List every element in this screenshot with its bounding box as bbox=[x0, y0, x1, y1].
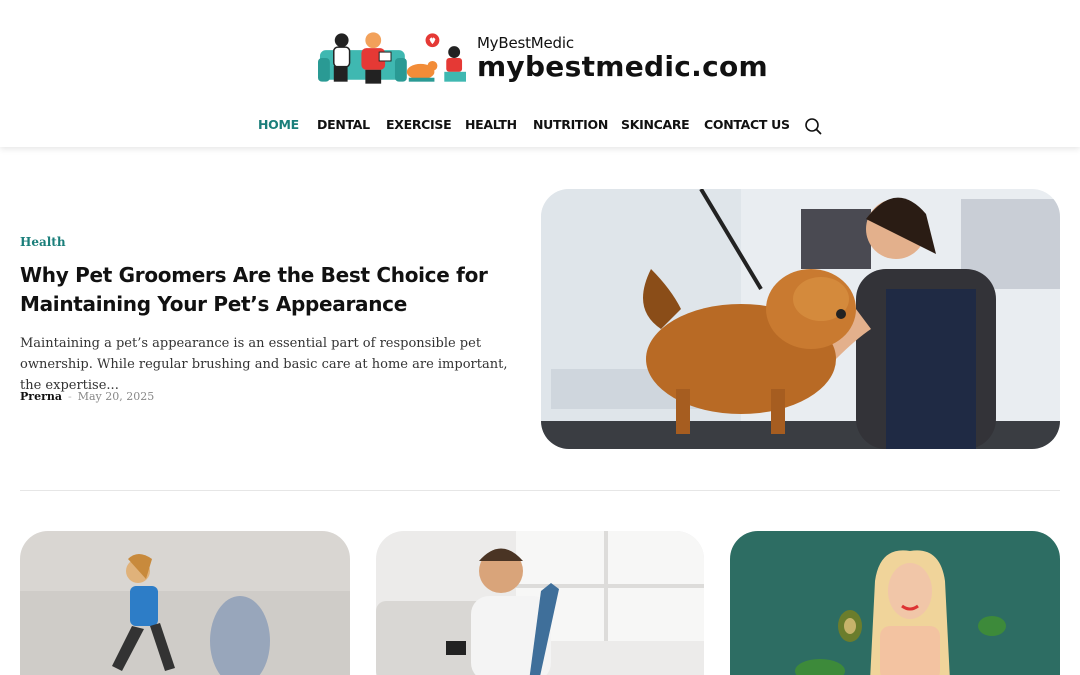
nav-item-exercise[interactable]: EXERCISE bbox=[386, 117, 452, 132]
nav-item-contact-us[interactable]: CONTACT US bbox=[704, 117, 790, 132]
featured-excerpt: Maintaining a pet’s appearance is an ess… bbox=[20, 336, 508, 393]
nav-item-health[interactable]: HEALTH bbox=[465, 117, 517, 132]
nav-item-nutrition[interactable]: NUTRITION bbox=[533, 117, 608, 132]
featured-author[interactable]: Prerna bbox=[20, 390, 62, 403]
card-image-crutch-illustration bbox=[376, 531, 704, 675]
meta-separator: - bbox=[68, 390, 72, 403]
search-icon bbox=[805, 118, 822, 135]
site-header: MyBestMedic mybestmedic.com HOME DENTAL … bbox=[0, 0, 1080, 147]
featured-meta: Prerna - May 20, 2025 bbox=[20, 390, 154, 403]
search-button[interactable] bbox=[804, 117, 822, 135]
card-image-running[interactable] bbox=[20, 531, 350, 675]
card-image-crutch[interactable] bbox=[376, 531, 704, 675]
featured-image-illustration bbox=[541, 189, 1060, 449]
featured-title[interactable]: Why Pet Groomers Are the Best Choice for… bbox=[20, 261, 490, 319]
site-logo[interactable]: MyBestMedic mybestmedic.com bbox=[318, 28, 768, 88]
nav-item-home[interactable]: HOME bbox=[258, 117, 299, 132]
nav-item-dental[interactable]: DENTAL bbox=[317, 117, 370, 132]
logo-domain: mybestmedic.com bbox=[476, 49, 768, 83]
card-image-avocado[interactable] bbox=[730, 531, 1060, 675]
logo-illustration bbox=[318, 32, 467, 84]
featured-category-link[interactable]: Health bbox=[20, 235, 66, 249]
section-divider bbox=[20, 490, 1060, 491]
featured-date: May 20, 2025 bbox=[77, 390, 155, 403]
card-image-avocado-illustration bbox=[730, 531, 1060, 675]
card-image-running-illustration bbox=[20, 531, 350, 675]
logo-small-name: MyBestMedic bbox=[476, 33, 574, 52]
nav-item-skincare[interactable]: SKINCARE bbox=[621, 117, 690, 132]
main-nav: HOME DENTAL EXERCISE HEALTH NUTRITION SK… bbox=[0, 117, 1080, 137]
featured-image[interactable] bbox=[541, 189, 1060, 449]
